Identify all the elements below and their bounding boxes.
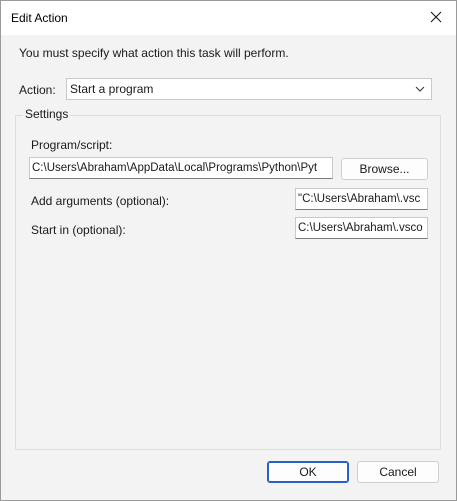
action-dropdown[interactable]: Start a program [66, 78, 432, 100]
browse-button[interactable]: Browse... [341, 158, 428, 180]
instruction-text: You must specify what action this task w… [19, 46, 289, 60]
close-icon [430, 11, 442, 23]
arguments-label: Add arguments (optional): [31, 194, 170, 208]
program-script-input[interactable]: C:\Users\Abraham\AppData\Local\Programs\… [29, 157, 333, 179]
chevron-down-icon [415, 86, 425, 92]
arguments-input[interactable]: "C:\Users\Abraham\.vsc [295, 188, 428, 210]
dialog-body: You must specify what action this task w… [1, 35, 456, 500]
close-button[interactable] [416, 1, 456, 33]
cancel-button[interactable]: Cancel [357, 461, 439, 483]
start-in-input[interactable]: C:\Users\Abraham\.vsco [295, 217, 428, 239]
action-dropdown-value: Start a program [70, 82, 154, 96]
start-in-label: Start in (optional): [31, 223, 126, 237]
action-label: Action: [19, 83, 56, 97]
edit-action-dialog: Edit Action You must specify what action… [0, 0, 457, 501]
program-script-value: C:\Users\Abraham\AppData\Local\Programs\… [32, 162, 318, 174]
settings-group-label: Settings [23, 107, 71, 121]
program-script-label: Program/script: [31, 138, 113, 152]
window-title: Edit Action [11, 11, 68, 25]
arguments-value: "C:\Users\Abraham\.vsc [298, 193, 421, 205]
title-bar[interactable]: Edit Action [1, 1, 456, 35]
start-in-value: C:\Users\Abraham\.vsco [298, 222, 423, 234]
ok-button[interactable]: OK [267, 461, 349, 483]
